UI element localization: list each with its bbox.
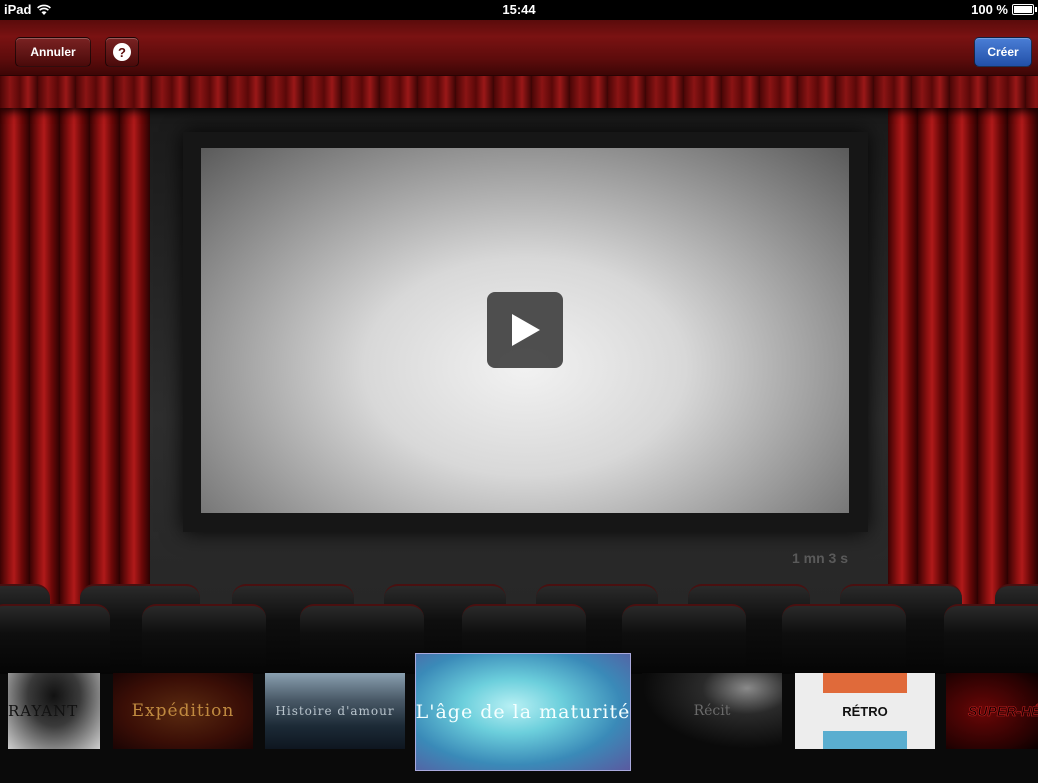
status-bar: iPad 15:44 100 % [0, 0, 1038, 20]
theme-label: Histoire d'amour [275, 704, 395, 718]
theme-label: RÉTRO [842, 703, 888, 719]
trailer-duration: 1 mn 3 s [791, 550, 849, 566]
theme-retro[interactable]: RÉTRO [795, 673, 935, 749]
seat [622, 604, 746, 674]
theme-label: Récit [693, 703, 731, 719]
seat [300, 604, 424, 674]
seat [0, 604, 110, 674]
curtain-valance [0, 76, 1038, 108]
theme-label: L'âge de la maturité [415, 701, 631, 723]
seat [944, 604, 1038, 674]
theme-super-heros[interactable]: SUPER-HÉ [946, 673, 1038, 749]
theme-histoire-d-amour[interactable]: Histoire d'amour [265, 673, 405, 749]
retro-stripe-bottom [823, 731, 907, 749]
status-right: 100 % [971, 2, 1037, 17]
theme-expedition[interactable]: Expédition [113, 673, 253, 749]
theater-preview: 1 mn 3 s RAYANT Expédition Histoire d'am… [0, 76, 1038, 783]
battery-icon [1012, 4, 1037, 15]
theme-label: SUPER-HÉ [968, 703, 1038, 720]
theme-effrayant[interactable]: RAYANT [8, 673, 100, 749]
battery-percent: 100 % [971, 2, 1008, 17]
cancel-button[interactable]: Annuler [15, 37, 91, 67]
play-icon [512, 314, 540, 346]
play-button[interactable] [487, 292, 563, 368]
theme-recit[interactable]: Récit [642, 673, 782, 749]
status-time: 15:44 [502, 2, 536, 17]
retro-stripe-top [823, 673, 907, 693]
create-button[interactable]: Créer [974, 37, 1032, 67]
theme-label: Expédition [131, 701, 235, 721]
toolbar: Annuler ? Créer [0, 20, 1038, 76]
seat [142, 604, 266, 674]
curtain-left [0, 76, 150, 636]
curtain-right [888, 76, 1038, 636]
help-icon: ? [113, 43, 131, 61]
seat [782, 604, 906, 674]
theme-label: RAYANT [8, 702, 79, 720]
theme-age-de-la-maturite[interactable]: L'âge de la maturité [415, 653, 631, 771]
help-button[interactable]: ? [105, 37, 139, 67]
